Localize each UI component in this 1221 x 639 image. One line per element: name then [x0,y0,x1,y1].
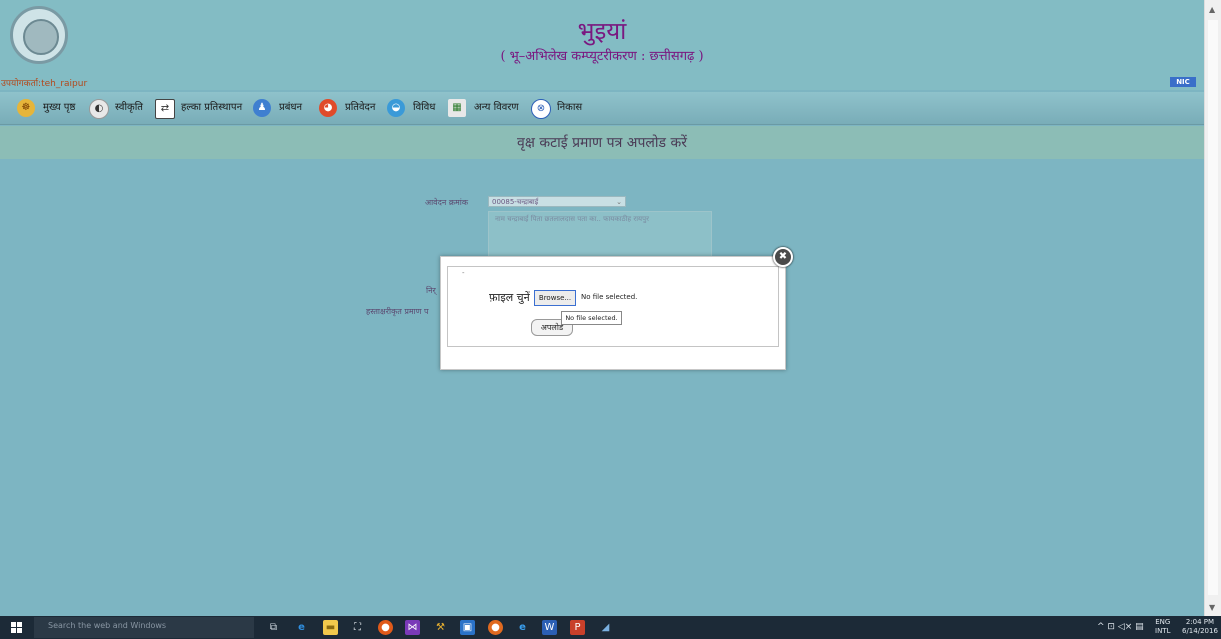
visual-studio-icon[interactable]: ⋈ [405,620,420,635]
firefox-window-icon[interactable]: ● [488,620,503,635]
task-view-icon[interactable]: ⧉ [266,620,281,635]
edge-browser-icon[interactable]: e [294,620,309,635]
fieldset-legend: - [462,269,465,277]
chevron-down-icon: ⌄ [616,198,622,206]
firefox-icon[interactable]: ● [378,620,393,635]
selected-file-status: No file selected. [581,293,638,301]
input-language-indicator[interactable]: ENG INTL [1155,618,1170,636]
signed-certificate-label: हस्ताक्षरीकृत प्रमाण प [366,307,429,316]
internet-explorer-icon[interactable]: e [515,620,530,635]
vertical-scrollbar[interactable]: ▲ ▼ [1204,0,1221,616]
application-number-label: आवेदन क्रमांक [425,198,468,207]
page-header: भुइयां ( भू–अभिलेख कम्प्यूटरीकरण : छत्ती… [0,0,1204,90]
close-dialog-button[interactable]: ✖ [773,247,793,267]
scroll-down-icon[interactable]: ▼ [1209,603,1215,612]
tools-icon[interactable]: ⚒ [433,620,448,635]
system-tray-icons[interactable]: ^ ⊡ ◁× ▤ [1097,622,1144,632]
photos-icon[interactable]: ▣ [460,620,475,635]
scroll-up-icon[interactable]: ▲ [1209,5,1215,14]
site-subtitle: ( भू–अभिलेख कम्प्यूटरीकरण : छत्तीसगढ़ ) [500,49,704,64]
grid-header: नाम चन्द्राबाई पिता छतलालदास पता का.. फा… [495,215,649,223]
app-icon[interactable]: ◢ [598,620,613,635]
page-title: वृक्ष कटाई प्रमाण पत्र अपलोड करें [517,135,687,151]
word-icon[interactable]: W [542,620,557,635]
file-explorer-icon[interactable]: ▬ [323,620,338,635]
page-title-bar: वृक्ष कटाई प्रमाण पत्र अपलोड करें [0,126,1204,159]
current-user-label: उपयोगकर्ता:teh_raipur [1,79,88,89]
details-icon: ▦ [448,99,466,117]
report-icon: ◕ [319,99,337,117]
taskbar-clock[interactable]: 2:04 PM 6/14/2016 [1182,618,1218,636]
exit-icon: ⊗ [531,99,551,119]
form-label-partial: निर् [426,286,436,295]
browse-button[interactable]: Browse... [534,290,576,306]
approval-icon: ◐ [89,99,109,119]
powerpoint-icon[interactable]: P [570,620,585,635]
app-window: भुइयां ( भू–अभिलेख कम्प्यूटरीकरण : छत्ती… [0,0,1204,616]
main-menu-bar: ☸ मुख्य पृष्ठ ◐ स्वीकृति ⇄ हल्का प्रतिस्… [0,92,1204,125]
taskbar-search-box[interactable]: Search the web and Windows [34,617,254,638]
swap-arrows-icon: ⇄ [155,99,175,119]
people-icon: ♟ [253,99,271,117]
applicant-details-grid: नाम चन्द्राबाई पिता छतलालदास पता का.. फा… [488,211,712,260]
misc-icon: ◒ [387,99,405,117]
scrollbar-thumb[interactable] [1208,20,1218,595]
store-icon[interactable]: ⛶ [350,620,365,635]
application-number-select[interactable]: 00085-चन्द्राबाई ⌄ [488,196,626,207]
choose-file-label: फ़ाइल चुनें [489,291,530,304]
file-upload-dialog: - फ़ाइल चुनें Browse... No file selected… [440,256,786,370]
file-tooltip: No file selected. [561,311,622,325]
search-placeholder: Search the web and Windows [48,621,167,630]
upload-fieldset: - फ़ाइल चुनें Browse... No file selected… [447,266,779,347]
site-title: भुइयां [577,17,627,45]
nic-logo: NIC [1170,77,1196,87]
home-emblem-icon: ☸ [17,99,35,117]
windows-taskbar: Search the web and Windows ⧉ e ▬ ⛶ ● ⋈ ⚒… [0,616,1221,639]
windows-start-icon[interactable] [11,622,23,633]
